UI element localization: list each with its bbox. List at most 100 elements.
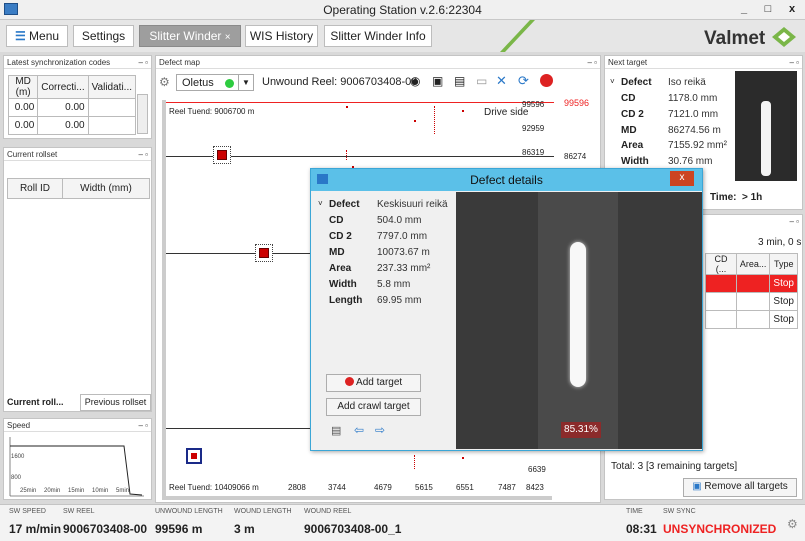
sync-codes-table: MD (m) Correcti... Validati... 0.00 0.00… bbox=[7, 75, 137, 135]
bottom-tick: 4679 bbox=[374, 483, 392, 492]
chevron-down-icon[interactable]: ▼ bbox=[238, 75, 253, 90]
add-crawl-target-button[interactable]: Add crawl target bbox=[326, 398, 421, 416]
targets-table: CD (... Area... Type Stop Stop Stop bbox=[705, 253, 798, 329]
speed-panel: Speed – ▫ 1600 800 25min 20min 15min 10mi… bbox=[3, 418, 152, 500]
table-row[interactable]: Stop bbox=[705, 274, 798, 293]
table-row[interactable]: 0.00 0.00 bbox=[7, 116, 137, 135]
menu-button-label: Menu bbox=[29, 29, 60, 43]
targets-total: Total: 3 [3 remaining targets] bbox=[611, 461, 738, 472]
dialog-titlebar[interactable]: Defect details x bbox=[311, 169, 702, 191]
print-icon[interactable]: ▤ bbox=[454, 74, 465, 88]
tools-icon[interactable]: ✕ bbox=[496, 73, 507, 89]
dialog-md-value: 10073.67 m bbox=[377, 247, 430, 258]
dialog-length-label: Length bbox=[329, 295, 363, 306]
right-tick: 86319 bbox=[522, 148, 545, 157]
collapse-icon[interactable]: ˅ bbox=[318, 199, 323, 208]
panel-controls-icon[interactable]: – ▫ bbox=[587, 56, 597, 69]
area-label: Area bbox=[621, 140, 644, 151]
dialog-close-button[interactable]: x bbox=[670, 171, 694, 186]
type-cell: Stop bbox=[769, 310, 798, 329]
panel-controls-icon[interactable]: – ▫ bbox=[138, 419, 148, 432]
speed-title: Speed – ▫ bbox=[4, 419, 151, 432]
panel-controls-icon[interactable]: – ▫ bbox=[789, 56, 799, 69]
column-header[interactable]: Roll ID bbox=[7, 178, 63, 199]
unwound-length-value: 99596 m bbox=[155, 522, 203, 536]
print-icon[interactable]: ▤ bbox=[331, 424, 341, 437]
column-header[interactable]: MD (m) bbox=[7, 75, 39, 99]
speed-chart: 1600 800 25min 20min 15min 10min 5min bbox=[9, 437, 144, 497]
dialog-defect-label: Defect bbox=[329, 199, 360, 210]
panel-controls-icon[interactable]: – ▫ bbox=[138, 56, 148, 69]
wound-length-label: WOUND LENGTH bbox=[234, 508, 292, 515]
wound-reel-value: 9006703408-00_1 bbox=[304, 522, 402, 536]
defect-map-toolbar: ⚙ Oletus ▼ Unwound Reel: 9006703408-00 ◉… bbox=[156, 72, 600, 94]
defect-details-dialog: Defect details x ˅ Defect Keskisuuri rei… bbox=[310, 168, 703, 451]
remove-all-label: Remove all targets bbox=[704, 481, 788, 492]
tab-wis-history[interactable]: WIS History bbox=[245, 25, 318, 47]
preset-dropdown[interactable]: Oletus ▼ bbox=[176, 74, 254, 91]
export-icon[interactable]: ▭ bbox=[476, 74, 487, 88]
unwound-length-label: UNWOUND LENGTH bbox=[155, 508, 223, 515]
dialog-cd2-value: 7797.0 mm bbox=[377, 231, 428, 242]
add-target-label: Add target bbox=[356, 377, 403, 388]
settings-gear-icon[interactable]: ⚙ bbox=[787, 517, 798, 531]
remove-all-targets-button[interactable]: ▣ Remove all targets bbox=[683, 478, 797, 497]
status-dot-icon bbox=[225, 79, 234, 88]
arrow-left-icon[interactable]: ⇦ bbox=[354, 423, 364, 437]
column-header[interactable]: Type bbox=[769, 253, 798, 275]
tab-current-roll[interactable]: Current roll... bbox=[7, 394, 77, 411]
green-slash-decoration bbox=[500, 20, 535, 52]
tab-slitter-winder[interactable]: Slitter Winder × bbox=[139, 25, 241, 47]
dialog-cd2-label: CD 2 bbox=[329, 231, 352, 242]
stop-icon[interactable] bbox=[540, 74, 553, 87]
countdown-label: 3 min, 0 s bbox=[758, 237, 802, 248]
defect-marker[interactable] bbox=[213, 146, 231, 164]
collapse-icon[interactable]: ˅ bbox=[610, 77, 615, 86]
tab-slitter-winder-info[interactable]: Slitter Winder Info bbox=[324, 25, 432, 47]
eye-icon[interactable]: ◉ bbox=[410, 74, 420, 88]
reel-bottom-label: Reel Tuend: 10409066 m bbox=[169, 483, 259, 492]
tab-close-icon[interactable]: × bbox=[225, 32, 231, 43]
defect-dot bbox=[346, 150, 348, 160]
remove-icon: ▣ bbox=[692, 481, 705, 492]
valmet-logo-text: Valmet bbox=[704, 28, 766, 49]
column-header[interactable]: Area... bbox=[735, 253, 771, 275]
gear-icon[interactable]: ⚙ bbox=[159, 75, 170, 89]
confidence-badge: 85.31% bbox=[561, 422, 601, 438]
defect-marker[interactable] bbox=[255, 244, 273, 262]
add-target-button[interactable]: Add target bbox=[326, 374, 421, 392]
sw-speed-label: SW SPEED bbox=[9, 508, 46, 515]
md-label: MD bbox=[621, 125, 637, 136]
x-tick-label: 5min bbox=[116, 488, 129, 494]
tab-settings[interactable]: Settings bbox=[73, 25, 134, 47]
close-window-button[interactable]: x bbox=[781, 2, 803, 17]
minimize-button[interactable]: _ bbox=[733, 2, 755, 17]
column-header[interactable]: Correcti... bbox=[37, 75, 89, 99]
panel-controls-icon[interactable]: – ▫ bbox=[789, 215, 799, 228]
save-icon[interactable]: ▣ bbox=[432, 74, 443, 88]
maximize-button[interactable]: □ bbox=[757, 2, 779, 17]
time-value: 08:31 bbox=[626, 522, 657, 536]
column-header[interactable]: Width (mm) bbox=[61, 178, 151, 199]
dialog-cd-label: CD bbox=[329, 215, 344, 226]
confidence-value: 85.31% bbox=[564, 424, 598, 435]
right-tick: 92959 bbox=[522, 124, 545, 133]
column-header[interactable]: Validati... bbox=[87, 75, 137, 99]
menu-button[interactable]: ☰ Menu bbox=[6, 25, 68, 47]
defect-marker-selected[interactable] bbox=[186, 448, 202, 464]
defect-dot bbox=[462, 457, 464, 459]
arrow-right-icon[interactable]: ⇨ bbox=[375, 423, 385, 437]
defect-thumbnail-shape bbox=[761, 101, 771, 176]
defect-dot bbox=[346, 106, 348, 108]
refresh-icon[interactable]: ⟳ bbox=[518, 73, 529, 89]
vertical-scrollbar[interactable] bbox=[137, 94, 148, 134]
table-row[interactable]: Stop bbox=[705, 310, 798, 329]
top-red-line bbox=[166, 102, 554, 103]
tab-previous-rollset[interactable]: Previous rollset bbox=[80, 394, 151, 411]
defect-map-title: Defect map – ▫ bbox=[156, 56, 600, 69]
panel-controls-icon[interactable]: – ▫ bbox=[138, 148, 148, 161]
wound-length-value: 3 m bbox=[234, 522, 255, 536]
column-header[interactable]: CD (... bbox=[705, 253, 737, 275]
table-row[interactable]: 0.00 0.00 bbox=[7, 98, 137, 117]
table-row[interactable]: Stop bbox=[705, 292, 798, 311]
